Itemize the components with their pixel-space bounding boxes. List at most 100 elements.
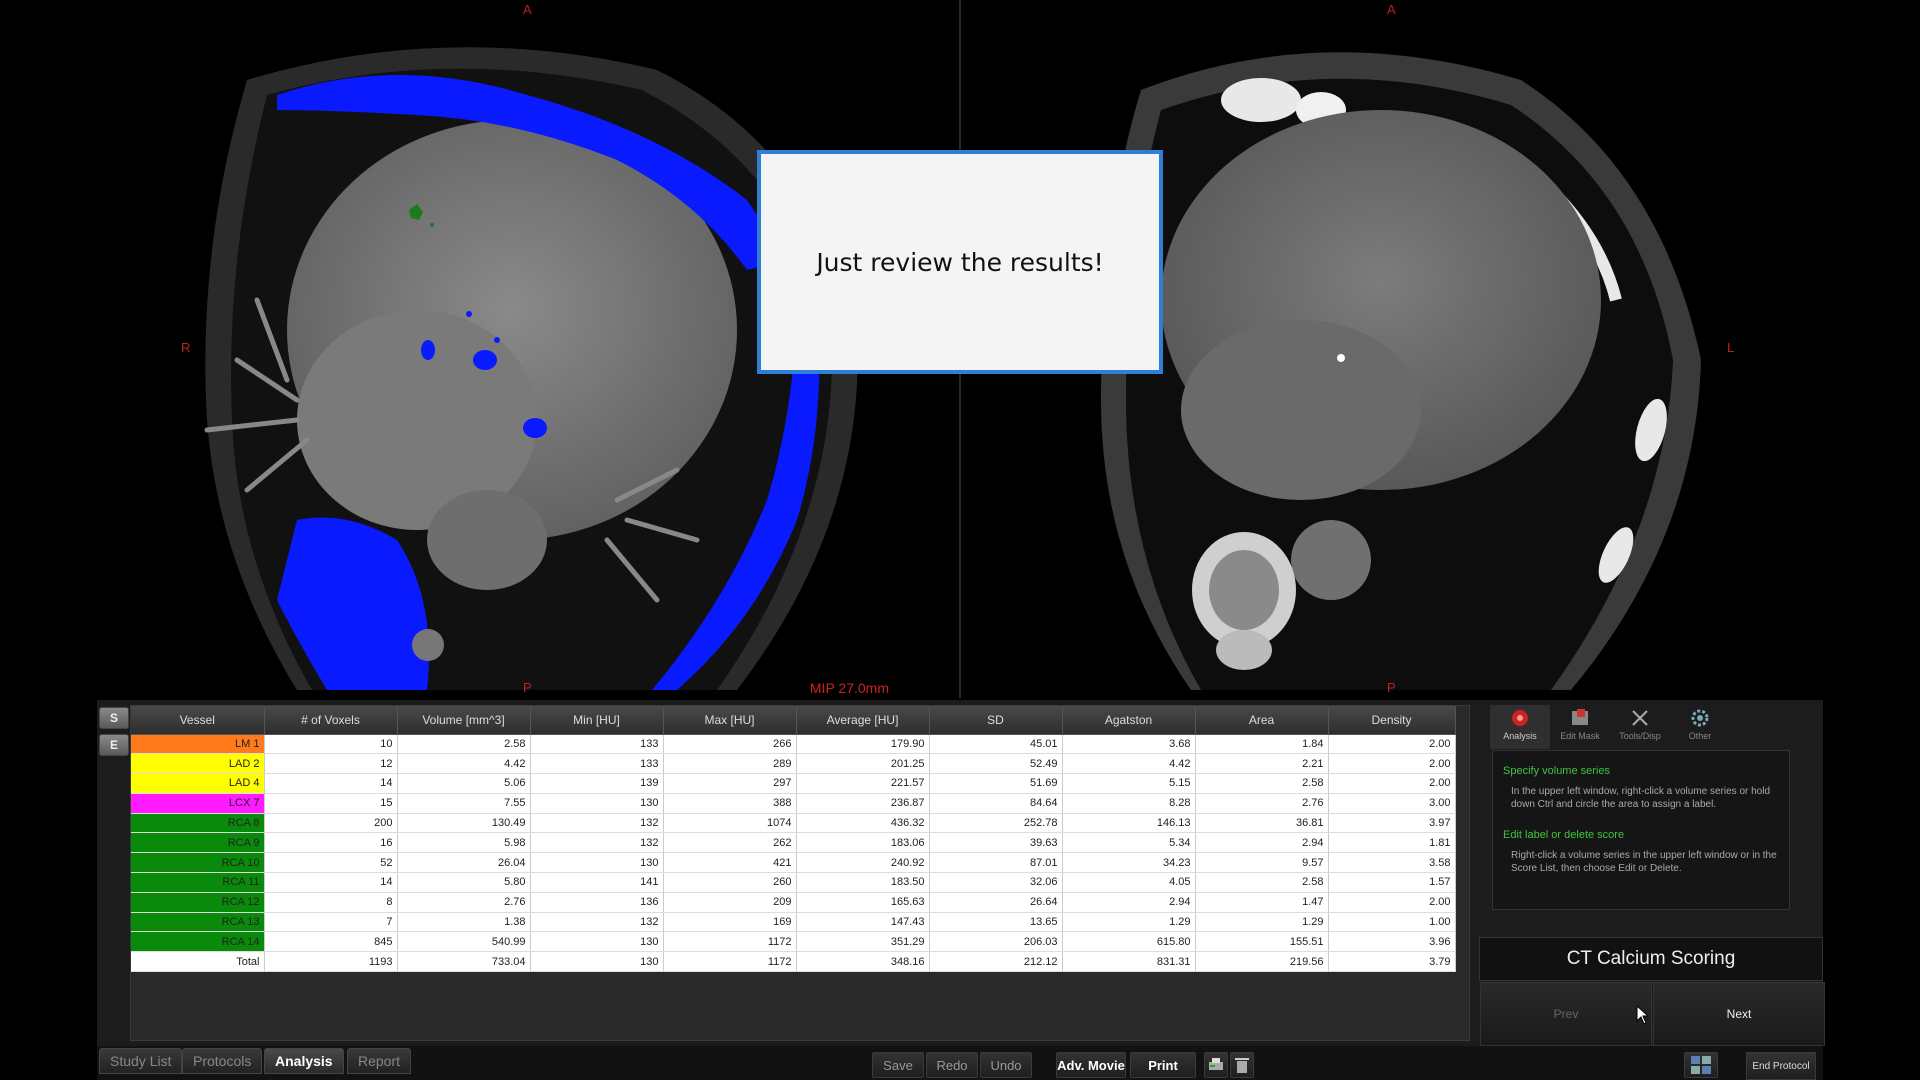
value-cell: 12 xyxy=(264,753,398,775)
value-cell: 351.29 xyxy=(796,931,930,953)
column-header[interactable]: Vessel xyxy=(131,706,265,735)
value-cell: 1.57 xyxy=(1328,872,1456,893)
column-header[interactable]: Agatston xyxy=(1062,706,1196,735)
orient-bottom-label: P xyxy=(1387,680,1396,695)
column-header[interactable]: Density xyxy=(1328,706,1456,735)
value-cell: 2.58 xyxy=(397,734,531,755)
adv-movie-button[interactable]: Adv. Movie xyxy=(1056,1052,1126,1078)
save-button[interactable]: Save xyxy=(872,1052,924,1078)
value-cell: 212.12 xyxy=(929,951,1063,973)
table-row[interactable]: RCA 11 14 5.80 141 260 183.50 32.06 4.05 2.58 1.5… xyxy=(131,872,1456,893)
vessel-cell: RCA 8 xyxy=(131,813,265,834)
table-row[interactable]: RCA 8 200 130.49 132 1074 436.32 252.78 146.13 3… xyxy=(131,813,1456,834)
print-button[interactable]: Print xyxy=(1130,1052,1196,1078)
other-tool-button[interactable]: Other xyxy=(1670,705,1730,749)
value-cell: 1.38 xyxy=(397,912,531,933)
tools-icon xyxy=(1629,705,1651,731)
table-row[interactable]: RCA 10 52 26.04 130 421 240.92 87.01 34.23 9.57 3… xyxy=(131,852,1456,874)
column-header[interactable]: Max [HU] xyxy=(663,706,797,735)
table-body: LM 1 10 2.58 133 266 179.90 45.01 3.68 1.84 2.00 L… xyxy=(131,734,1456,973)
value-cell: 7.55 xyxy=(397,793,531,814)
column-header[interactable]: Min [HU] xyxy=(530,706,664,735)
review-results-dialog[interactable]: Just review the results! xyxy=(757,150,1163,374)
value-cell: 2.94 xyxy=(1195,832,1329,854)
value-cell: 1.47 xyxy=(1195,892,1329,913)
value-cell: 3.68 xyxy=(1062,734,1196,755)
value-cell: 3.79 xyxy=(1328,951,1456,973)
value-cell: 348.16 xyxy=(796,951,930,973)
help-text-edit: Right-click a volume series in the upper… xyxy=(1511,850,1777,874)
value-cell: 4.42 xyxy=(1062,753,1196,775)
value-cell: 2.00 xyxy=(1328,753,1456,775)
help-title-edit: Edit label or delete score xyxy=(1503,829,1625,841)
value-cell: 2.94 xyxy=(1062,892,1196,913)
value-cell: 240.92 xyxy=(796,852,930,874)
value-cell: 7 xyxy=(264,912,398,933)
protocol-title: CT Calcium Scoring xyxy=(1479,937,1823,981)
value-cell: 4.05 xyxy=(1062,872,1196,893)
vessel-cell: RCA 11 xyxy=(131,872,265,893)
value-cell: 5.06 xyxy=(397,773,531,794)
printer-icon[interactable] xyxy=(1204,1052,1228,1078)
table-row[interactable]: RCA 13 7 1.38 132 169 147.43 13.65 1.29 1.29 1.00 xyxy=(131,912,1456,933)
value-cell: 15 xyxy=(264,793,398,814)
value-cell: 132 xyxy=(530,912,664,933)
value-cell: 183.50 xyxy=(796,872,930,893)
vessel-cell: RCA 9 xyxy=(131,832,265,854)
score-list-panel: Vessel # of Voxels Volume [mm^3] Min [HU] Ma… xyxy=(130,705,1470,1041)
table-row[interactable]: LCX 7 15 7.55 130 388 236.87 84.64 8.28 2.76 3.00 xyxy=(131,793,1456,814)
s-button[interactable]: S xyxy=(99,707,129,729)
tools-disp-button[interactable]: Tools/Disp xyxy=(1610,705,1670,749)
value-cell: 52 xyxy=(264,852,398,874)
vessel-cell: RCA 10 xyxy=(131,852,265,874)
value-cell: 34.23 xyxy=(1062,852,1196,874)
value-cell: 845 xyxy=(264,931,398,953)
table-row[interactable]: LAD 4 14 5.06 139 297 221.57 51.69 5.15 2.58 2.00 xyxy=(131,773,1456,794)
tab-protocols[interactable]: Protocols xyxy=(182,1048,263,1074)
value-cell: 130 xyxy=(530,951,664,973)
next-button[interactable]: Next xyxy=(1653,982,1825,1046)
edit-mask-tool-button[interactable]: Edit Mask xyxy=(1550,705,1610,749)
table-row[interactable]: LAD 2 12 4.42 133 289 201.25 52.49 4.42 2.21 2.00 xyxy=(131,753,1456,775)
tab-analysis[interactable]: Analysis xyxy=(264,1048,344,1074)
value-cell: 221.57 xyxy=(796,773,930,794)
table-row[interactable]: Total 1193 733.04 130 1172 348.16 212.12 831.31… xyxy=(131,951,1456,973)
value-cell: 139 xyxy=(530,773,664,794)
tab-study-list[interactable]: Study List xyxy=(99,1048,183,1074)
help-title-specify: Specify volume series xyxy=(1503,765,1610,777)
tool-label: Analysis xyxy=(1503,731,1537,741)
prev-button[interactable]: Prev xyxy=(1480,982,1652,1046)
value-cell: 130 xyxy=(530,793,664,814)
analysis-tool-button[interactable]: Analysis xyxy=(1490,705,1550,749)
column-header[interactable]: # of Voxels xyxy=(264,706,398,735)
column-header[interactable]: Area xyxy=(1195,706,1329,735)
value-cell: 297 xyxy=(663,773,797,794)
end-protocol-button[interactable]: End Protocol xyxy=(1746,1052,1816,1080)
column-header[interactable]: Average [HU] xyxy=(796,706,930,735)
trash-icon[interactable] xyxy=(1230,1052,1254,1078)
mouse-cursor-icon xyxy=(1636,1005,1650,1025)
e-button[interactable]: E xyxy=(99,734,129,756)
vessel-cell: RCA 14 xyxy=(131,931,265,953)
column-header[interactable]: SD xyxy=(929,706,1063,735)
value-cell: 219.56 xyxy=(1195,951,1329,973)
table-row[interactable]: RCA 12 8 2.76 136 209 165.63 26.64 2.94 1.47 2.00 xyxy=(131,892,1456,913)
value-cell: 252.78 xyxy=(929,813,1063,834)
table-row[interactable]: LM 1 10 2.58 133 266 179.90 45.01 3.68 1.84 2.00 xyxy=(131,734,1456,755)
column-header[interactable]: Volume [mm^3] xyxy=(397,706,531,735)
value-cell: 421 xyxy=(663,852,797,874)
redo-button[interactable]: Redo xyxy=(926,1052,978,1078)
value-cell: 2.00 xyxy=(1328,734,1456,755)
layout-grid-icon[interactable] xyxy=(1684,1052,1718,1078)
vessel-cell: RCA 13 xyxy=(131,912,265,933)
table-row[interactable]: RCA 14 845 540.99 130 1172 351.29 206.03 615.80… xyxy=(131,931,1456,953)
value-cell: 14 xyxy=(264,773,398,794)
value-cell: 130 xyxy=(530,852,664,874)
value-cell: 289 xyxy=(663,753,797,775)
orient-top-label: A xyxy=(523,2,532,17)
tab-report[interactable]: Report xyxy=(347,1048,412,1074)
value-cell: 262 xyxy=(663,832,797,854)
table-row[interactable]: RCA 9 16 5.98 132 262 183.06 39.63 5.34 2.94 1.81 xyxy=(131,832,1456,854)
vessel-cell: LCX 7 xyxy=(131,793,265,814)
undo-button[interactable]: Undo xyxy=(980,1052,1032,1078)
